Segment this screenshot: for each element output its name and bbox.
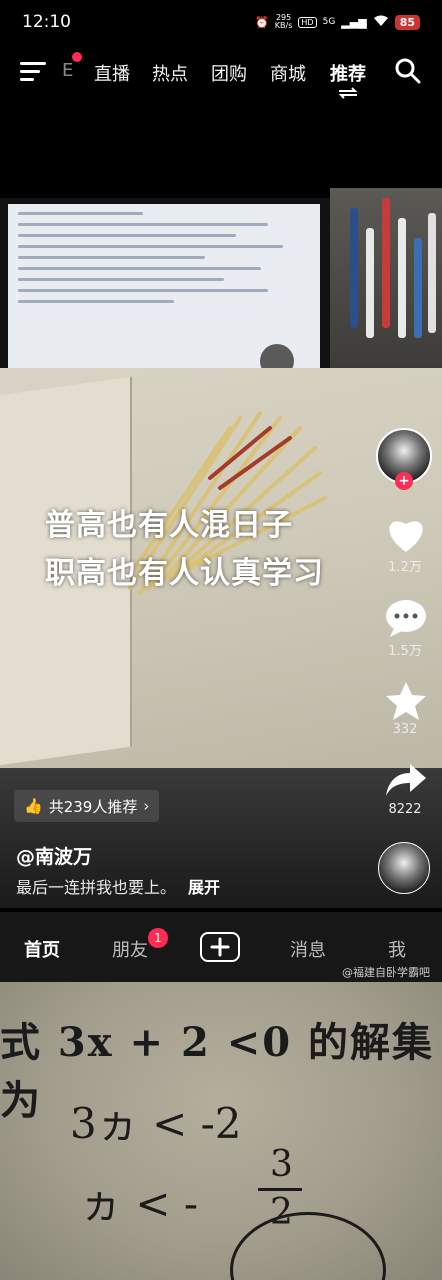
tab-me[interactable]: 我 [388,936,406,962]
like-icon[interactable] [384,514,428,558]
source-watermark: @福建自卧学霸吧 [342,966,430,979]
tab-messages[interactable]: 消息 [290,936,326,962]
favorite-count: 332 [392,722,418,737]
tab-recommend[interactable]: 推荐 [330,60,366,86]
net-speed-unit: KB/s [274,21,293,30]
recommend-text: 共239人推荐 [48,797,138,816]
hd-icon: HD [298,16,317,28]
author-name[interactable]: @南波万 [16,842,92,869]
comment-icon[interactable] [384,598,428,642]
signal-icon: ▂▄▆ [341,15,367,29]
caption-line-1: 普高也有人混日子 [45,508,293,543]
description-text: 最后一连拼我也要上。 [16,878,177,897]
recommend-chip[interactable]: 👍 共239人推荐 › [14,790,160,822]
bottom-tab-bar: 首页 朋友 1 消息 我 @福建自卧学霸吧 [0,912,442,982]
status-bar: 12:10 ⏰ 295 KB/s HD 5G ▂▄▆ 85 [0,0,442,44]
chevron-right-icon: › [143,797,150,815]
wifi-icon [373,15,389,30]
battery-icon: 85 [394,14,420,30]
caption-line-2: 职高也有人认真学习 [45,556,324,591]
signal-label: 5G [322,17,336,27]
pencil-holder-image [330,188,442,388]
thumbs-up-icon: 👍 [24,797,43,815]
tab-home[interactable]: 首页 [24,936,60,962]
favorite-star-icon[interactable] [384,680,428,726]
alarm-icon: ⏰ [255,15,269,29]
share-icon[interactable] [384,762,428,802]
share-count: 8222 [388,802,422,817]
tab-hot[interactable]: 热点 [152,60,188,86]
menu-icon[interactable] [20,62,46,82]
status-icons: ⏰ 295 KB/s HD 5G ▂▄▆ 85 [255,14,420,30]
video-description: 最后一连拼我也要上。 展开 [16,874,220,898]
net-speed: 295 KB/s [275,14,293,30]
friends-badge: 1 [148,928,168,948]
zoom-fraction-numerator: 3 [270,1144,293,1185]
circled-mark [230,1212,386,1280]
tab-live[interactable]: 直播 [94,60,130,86]
zoom-answer-line-1: 3ヵ < -2 [70,1099,242,1148]
fraction-bar [258,1188,302,1191]
expand-link[interactable]: 展开 [188,878,220,897]
add-post-button[interactable] [200,932,240,962]
tab-group-buy[interactable]: 团购 [211,60,247,86]
tab-partial[interactable]: E [62,60,73,81]
like-count: 1.2万 [388,560,422,575]
follow-button[interactable]: + [395,472,413,490]
top-nav: E 直播 热点 团购 商城 推荐 [0,48,442,99]
tab-mall[interactable]: 商城 [270,60,306,86]
music-disc-avatar[interactable] [378,842,430,894]
monitor-screen [8,204,320,384]
refresh-arrows-icon [337,84,359,103]
tab-friends[interactable]: 朋友 [112,936,148,962]
status-time: 12:10 [22,12,71,32]
notification-dot [72,52,82,62]
zoom-answer-line-2: ヵ < - [80,1179,199,1228]
zoomed-homework-photo: 式 3x + 2 <0 的解集为 3ヵ < -2 ヵ < - 3 2 [0,982,442,1280]
comment-count: 1.5万 [388,644,422,659]
search-icon[interactable] [394,57,422,85]
